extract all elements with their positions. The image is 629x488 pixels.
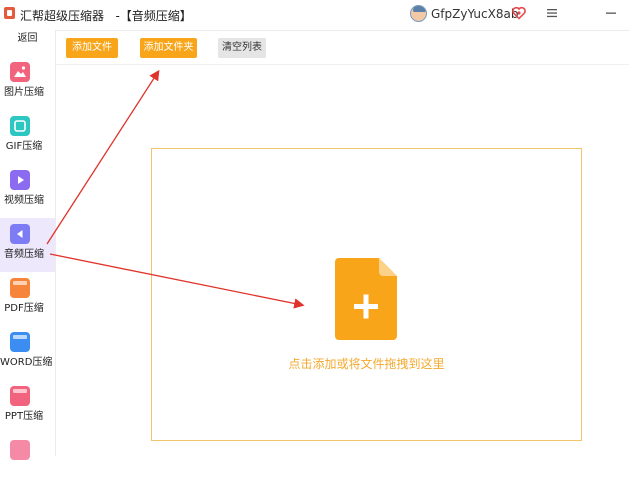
sidebar-item-more[interactable]	[0, 434, 55, 488]
clear-list-button[interactable]: 清空列表	[218, 38, 266, 58]
audio-icon	[10, 224, 30, 244]
sidebar-item-label: PPT压缩	[4, 411, 44, 422]
sidebar-item-audio[interactable]: 音频压缩	[0, 218, 55, 272]
drop-hint-text: 点击添加或将文件拖拽到这里	[288, 357, 445, 371]
sidebar-item-gif[interactable]: GIF压缩	[0, 110, 55, 164]
title-bar: 汇帮超级压缩器 -【音频压缩】 GfpZyYucX8ab	[0, 0, 629, 31]
menu-icon[interactable]	[546, 7, 558, 19]
minimize-icon[interactable]	[605, 8, 617, 18]
username[interactable]: GfpZyYucX8ab	[431, 7, 518, 21]
arrow-to-add-folder	[46, 69, 160, 245]
sidebar-item-word[interactable]: WORD压缩	[0, 326, 55, 380]
pdf-icon	[10, 278, 30, 298]
sidebar-item-video[interactable]: 视频压缩	[0, 164, 55, 218]
avatar[interactable]	[410, 5, 427, 22]
sidebar-item-label: WORD压缩	[0, 357, 53, 368]
app-title: 汇帮超级压缩器 -【音频压缩】	[20, 9, 192, 23]
gif-icon	[10, 116, 30, 136]
sidebar: 返回 图片压缩 GIF压缩 视频压缩 音频压缩 PDF压缩 WORD压缩 PPT…	[0, 30, 56, 460]
image-icon	[10, 62, 30, 82]
app-logo-icon	[4, 7, 15, 19]
sidebar-item-pdf[interactable]: PDF压缩	[0, 272, 55, 326]
add-folder-button[interactable]: 添加文件夹	[140, 38, 197, 58]
sidebar-item-ppt[interactable]: PPT压缩	[0, 380, 55, 434]
sidebar-item-image[interactable]: 图片压缩	[0, 56, 55, 110]
sidebar-item-label: 图片压缩	[4, 87, 44, 98]
sidebar-item-label: 视频压缩	[4, 195, 44, 206]
video-icon	[10, 170, 30, 190]
sidebar-item-label: GIF压缩	[5, 141, 43, 152]
vip-heart-icon[interactable]	[512, 6, 526, 20]
toolbar-divider	[56, 64, 629, 65]
more-icon	[10, 440, 30, 460]
ppt-icon	[10, 386, 30, 406]
add-file-button[interactable]: 添加文件	[66, 38, 118, 58]
word-icon	[10, 332, 30, 352]
back-button[interactable]: 返回	[0, 32, 55, 46]
sidebar-item-label: PDF压缩	[4, 303, 44, 314]
sidebar-item-label: 音频压缩	[4, 249, 44, 260]
add-file-icon[interactable]	[335, 258, 397, 340]
